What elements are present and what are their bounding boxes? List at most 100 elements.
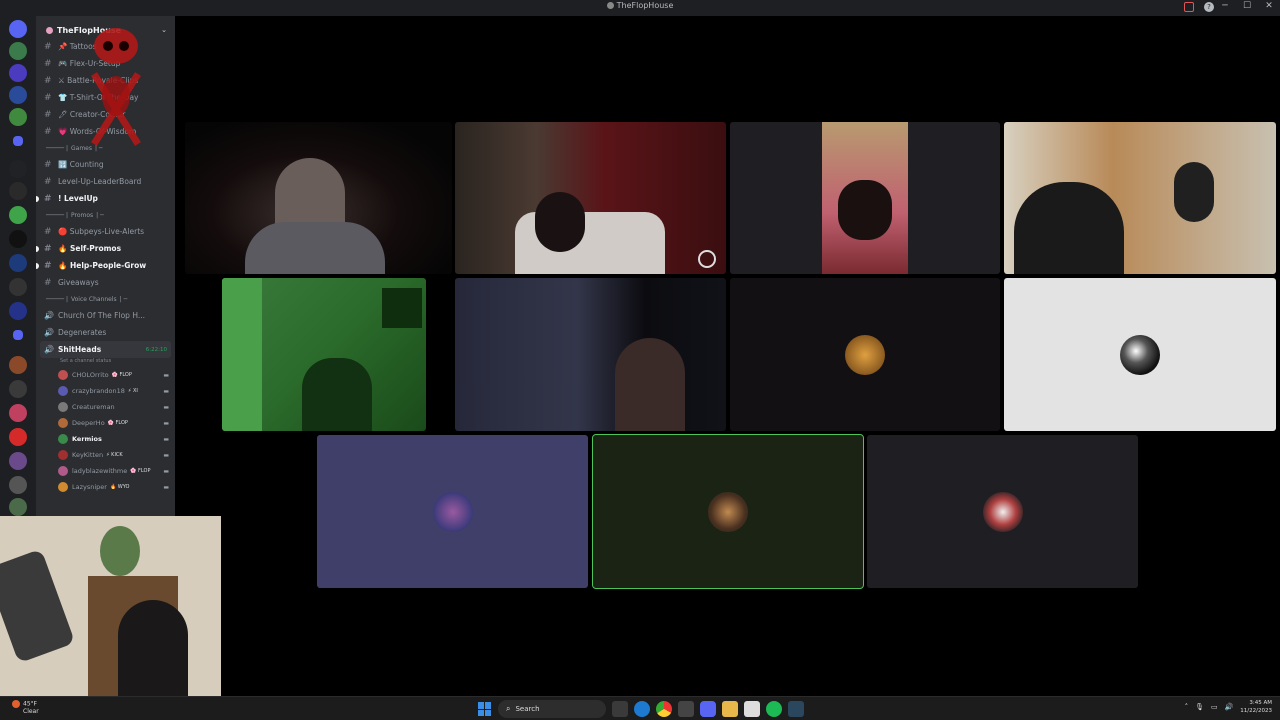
network-icon[interactable]: ▭ [1211, 703, 1218, 711]
category-games[interactable]: ───── | Games | ─ [36, 140, 175, 156]
member-tag: 🌸 FLOP [111, 372, 132, 378]
member-tag: 🔥 WYO [109, 484, 130, 490]
inbox-icon[interactable] [1184, 2, 1194, 12]
text-channel[interactable]: # 🔴 Subpeys-Live-Alerts [36, 223, 175, 240]
participant-tile-11[interactable] [867, 435, 1138, 588]
participant-tile-speaking[interactable] [592, 434, 864, 589]
text-channel[interactable]: # 🎮 Flex-Ur-Setup [36, 55, 175, 72]
server-icon-11[interactable] [9, 302, 27, 320]
server-icon-10[interactable] [9, 278, 27, 296]
discord-icon[interactable] [700, 701, 716, 717]
server-icon-16[interactable] [9, 452, 27, 470]
server-icon-3[interactable] [9, 86, 27, 104]
server-icon-8[interactable] [9, 230, 27, 248]
participant-tile-7[interactable] [730, 278, 1000, 431]
voice-member[interactable]: Kermios ▬ [36, 431, 175, 447]
hash-icon: # [44, 226, 52, 237]
help-icon[interactable]: ? [1204, 2, 1214, 12]
weather-widget[interactable]: 45°F Clear [12, 700, 39, 715]
chrome-icon[interactable] [656, 701, 672, 717]
server-icon-4[interactable] [9, 108, 27, 126]
voice-channel-label: ShitHeads [58, 345, 102, 354]
text-channel[interactable]: # 🔥 Help-People-Grow [36, 257, 175, 274]
server-icon-17[interactable] [9, 476, 27, 494]
voice-member[interactable]: DeeperHo 🌸 FLOP ▬ [36, 415, 175, 431]
server-icon-2[interactable] [9, 64, 27, 82]
system-tray: ˄ 🎙 ▭ 🔊 3:45 AM 11/22/2023 [1185, 699, 1272, 715]
taskbar-search[interactable]: ⌕ Search [498, 700, 606, 718]
server-icon-12[interactable] [9, 356, 27, 374]
voice-member[interactable]: Lazysniper 🔥 WYO ▬ [36, 479, 175, 495]
mic-icon[interactable]: 🎙 [1195, 703, 1204, 711]
hash-icon: # [44, 176, 52, 187]
text-channel[interactable]: # ! LevelUp [36, 190, 175, 207]
voice-member[interactable]: ladyblazewithme 🌸 FLOP ▬ [36, 463, 175, 479]
edge-icon[interactable] [634, 701, 650, 717]
server-icon-home[interactable] [9, 20, 27, 38]
windows-start-icon[interactable] [478, 702, 492, 716]
server-icon-18[interactable] [9, 498, 27, 516]
participant-tile-9[interactable] [317, 435, 588, 588]
text-channel[interactable]: # ⚔ Battle-Royale-Clips [36, 72, 175, 89]
task-view-icon[interactable] [612, 701, 628, 717]
close-icon[interactable]: ✕ [1264, 1, 1274, 11]
voice-channel-active[interactable]: 🔊 ShitHeads 6:22:10 [40, 341, 171, 358]
voice-member[interactable]: Creatureman ▬ [36, 399, 175, 415]
text-channel[interactable]: # Level-Up-LeaderBoard [36, 173, 175, 190]
voice-member[interactable]: crazybrandon18 ⚡ XI ▬ [36, 383, 175, 399]
server-icon-15[interactable] [9, 428, 27, 446]
hash-icon: # [44, 159, 52, 170]
channel-status-hint[interactable]: Set a channel status [36, 358, 175, 367]
server-icon-6[interactable] [9, 182, 27, 200]
category-voice[interactable]: ───── | Voice Channels | ─ [36, 291, 175, 307]
search-label: Search [515, 705, 540, 713]
voice-member[interactable]: KeyKitten ⚡ KICK ▬ [36, 447, 175, 463]
text-channel[interactable]: # 📌 Tattoos [36, 38, 175, 55]
volume-icon[interactable]: 🔊 [1225, 703, 1234, 711]
server-icon-5[interactable] [9, 160, 27, 178]
text-channel[interactable]: # 🔥 Self-Promos [36, 240, 175, 257]
file-explorer-icon[interactable] [722, 701, 738, 717]
video-tile-6[interactable] [455, 278, 726, 431]
voice-member[interactable]: CHOLOrrito 🌸 FLOP ▬ [36, 367, 175, 383]
text-channel[interactable]: # 🔢 Counting [36, 156, 175, 173]
server-icon-7[interactable] [9, 206, 27, 224]
clock[interactable]: 3:45 AM 11/22/2023 [1240, 699, 1272, 715]
text-channel[interactable]: # Giveaways [36, 274, 175, 291]
hash-icon: # [44, 75, 52, 86]
text-channel[interactable]: # 💗 Words-Of-Wisdom [36, 123, 175, 140]
voice-channel[interactable]: 🔊 Degenerates [36, 324, 175, 341]
server-icon-9[interactable] [9, 254, 27, 272]
folder-icon[interactable] [13, 136, 23, 146]
store-icon[interactable] [744, 701, 760, 717]
server-icon-14[interactable] [9, 404, 27, 422]
server-icon-13[interactable] [9, 380, 27, 398]
camera-icon: ▬ [163, 435, 169, 443]
spotify-icon[interactable] [766, 701, 782, 717]
app-icon[interactable] [678, 701, 694, 717]
chevron-up-icon[interactable]: ˄ [1185, 703, 1189, 711]
maximize-icon[interactable]: ☐ [1242, 1, 1252, 11]
video-tile-2[interactable] [455, 122, 726, 274]
video-tile-3[interactable] [730, 122, 1000, 274]
steam-icon[interactable] [788, 701, 804, 717]
voice-channel[interactable]: 🔊 Church Of The Flop H... [36, 307, 175, 324]
text-channel[interactable]: # 🖊 Creator-Corner [36, 106, 175, 123]
channel-label: 📌 Tattoos [58, 42, 97, 51]
folder-icon-2[interactable] [13, 330, 23, 340]
member-name: ladyblazewithme [72, 467, 128, 475]
server-icon-1[interactable] [9, 42, 27, 60]
participant-tile-8[interactable] [1004, 278, 1276, 431]
video-tile-4[interactable] [1004, 122, 1276, 274]
video-tile-1[interactable] [185, 122, 452, 274]
avatar [58, 402, 68, 412]
server-header[interactable]: TheFlopHouse ⌄ [36, 16, 175, 38]
member-name: DeeperHo [72, 419, 105, 427]
category-promos[interactable]: ───── | Promos | ─ [36, 207, 175, 223]
minimize-icon[interactable]: ─ [1220, 1, 1230, 11]
video-tile-5[interactable] [222, 278, 426, 431]
member-name: KeyKitten [72, 451, 104, 459]
text-channel[interactable]: # 👕 T-Shirt-Of-The-Day [36, 89, 175, 106]
voice-stage [175, 16, 1280, 696]
member-tag: ⚡ KICK [106, 452, 123, 458]
